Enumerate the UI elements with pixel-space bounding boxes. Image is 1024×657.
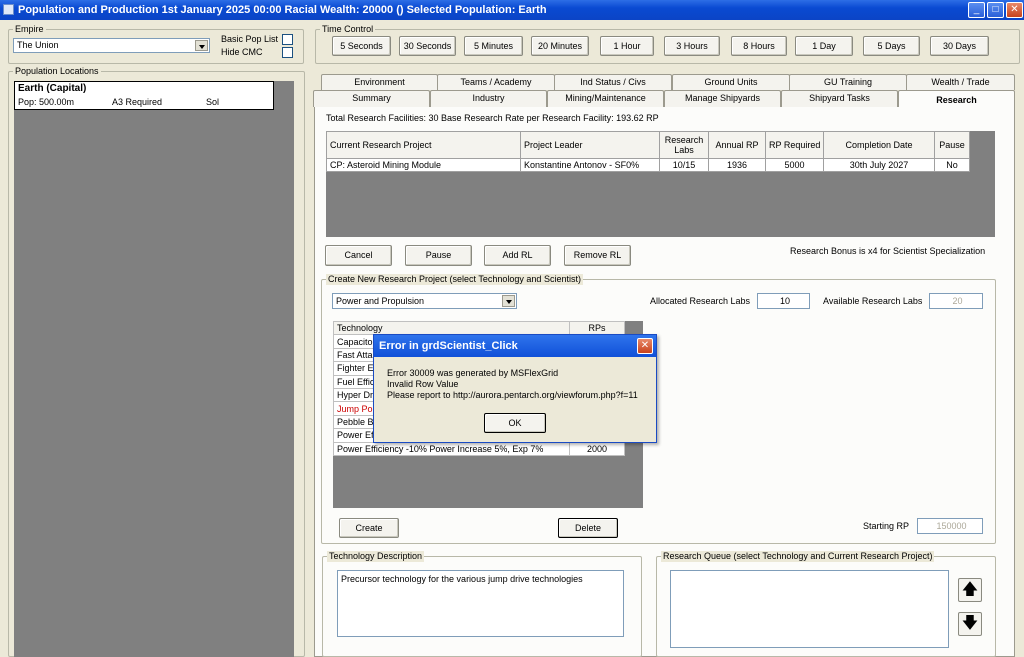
cell-leader: Konstantine Antonov - SF0% <box>520 158 660 172</box>
close-button[interactable]: ✕ <box>1006 2 1023 18</box>
delete-button[interactable]: Delete <box>558 518 618 538</box>
starting-rp-input: 150000 <box>917 518 983 534</box>
table-row[interactable]: CP: Asteroid Mining Module Konstantine A… <box>326 158 970 172</box>
empire-label: Empire <box>13 24 46 35</box>
tab-summary[interactable]: Summary <box>313 90 430 107</box>
col-rps: RPs <box>569 320 625 336</box>
time-button[interactable]: 5 Minutes <box>464 36 523 56</box>
tech-name: Power Efficiency -10% Power Increase 5%,… <box>333 441 570 456</box>
cell-rp-required: 5000 <box>765 158 824 172</box>
tab-shipyard-tasks[interactable]: Shipyard Tasks <box>781 90 898 107</box>
cell-annual-rp: 1936 <box>708 158 766 172</box>
minimize-button[interactable]: _ <box>968 2 985 18</box>
empire-select[interactable]: The Union <box>13 38 210 53</box>
population-pop: Pop: 500.00m <box>18 97 75 107</box>
create-project-label: Create New Research Project (select Tech… <box>326 274 583 285</box>
col-annual-rp: Annual RP <box>708 131 766 159</box>
ok-button[interactable]: OK <box>484 413 546 433</box>
available-labs-label: Available Research Labs <box>823 296 923 306</box>
empire-value: The Union <box>17 40 59 50</box>
time-button[interactable]: 20 Minutes <box>531 36 589 56</box>
tab-wealth-trade[interactable]: Wealth / Trade <box>906 74 1015 90</box>
allocated-labs-label: Allocated Research Labs <box>650 296 751 306</box>
remove-rl-button[interactable]: Remove RL <box>564 245 631 266</box>
app-icon <box>3 4 14 15</box>
basic-pop-list-checkbox[interactable] <box>282 34 293 45</box>
cancel-button[interactable]: Cancel <box>325 245 392 266</box>
current-research-table: Current Research Project Project Leader … <box>326 131 970 172</box>
list-item[interactable]: Power Efficiency -10% Power Increase 5%,… <box>333 441 625 456</box>
time-button[interactable]: 8 Hours <box>731 36 787 56</box>
chevron-down-icon[interactable] <box>502 295 515 307</box>
col-rp-required: RP Required <box>765 131 824 159</box>
allocated-labs-input[interactable]: 10 <box>757 293 810 309</box>
error-dialog-close-button[interactable]: ✕ <box>637 338 653 354</box>
hide-cmc-checkbox[interactable] <box>282 47 293 58</box>
cell-labs: 10/15 <box>659 158 709 172</box>
tab-manage-shipyards[interactable]: Manage Shipyards <box>664 90 781 107</box>
cell-project: CP: Asteroid Mining Module <box>326 158 521 172</box>
technology-description-text: Precursor technology for the various jum… <box>337 570 624 637</box>
basic-pop-list-label: Basic Pop List <box>221 34 279 44</box>
population-system: Sol <box>206 97 220 107</box>
starting-rp-label: Starting RP <box>863 521 910 531</box>
population-list <box>14 81 294 657</box>
time-button[interactable]: 1 Hour <box>600 36 654 56</box>
research-queue-label: Research Queue (select Technology and Cu… <box>661 551 935 562</box>
tab-ground-units[interactable]: Ground Units <box>672 74 790 90</box>
available-labs-input: 20 <box>929 293 983 309</box>
tab-research[interactable]: Research <box>898 90 1015 108</box>
time-button[interactable]: 30 Days <box>930 36 989 56</box>
create-button[interactable]: Create <box>339 518 399 538</box>
population-requirement: A3 Required <box>112 97 163 107</box>
population-row-earth[interactable]: Earth (Capital) Pop: 500.00m A3 Required… <box>14 81 274 110</box>
col-current-project: Current Research Project <box>326 131 521 159</box>
population-locations-label: Population Locations <box>13 66 101 77</box>
time-button[interactable]: 30 Seconds <box>399 36 456 56</box>
tab-industry[interactable]: Industry <box>430 90 547 107</box>
time-button[interactable]: 5 Days <box>863 36 920 56</box>
technology-description-label: Technology Description <box>327 551 425 562</box>
research-bonus-text: Research Bonus is x4 for Scientist Speci… <box>790 246 986 256</box>
cell-completion: 30th July 2027 <box>823 158 935 172</box>
window-title: Population and Production 1st January 20… <box>18 4 547 16</box>
time-control-label: Time Control <box>320 24 376 35</box>
time-button[interactable]: 5 Seconds <box>332 36 391 56</box>
pause-button[interactable]: Pause <box>405 245 472 266</box>
add-rl-button[interactable]: Add RL <box>484 245 551 266</box>
col-project-leader: Project Leader <box>520 131 660 159</box>
col-technology: Technology <box>333 320 570 336</box>
tab-ind-status-civs[interactable]: Ind Status / Civs <box>554 74 672 90</box>
tab-mining-maintenance[interactable]: Mining/Maintenance <box>547 90 664 107</box>
error-line-1: Error 30009 was generated by MSFlexGrid <box>387 368 559 378</box>
chevron-down-icon[interactable] <box>195 40 208 51</box>
col-completion-date: Completion Date <box>823 131 935 159</box>
title-bar: Population and Production 1st January 20… <box>0 0 1024 20</box>
error-dialog: Error in grdScientist_Click ✕ Error 3000… <box>373 334 657 443</box>
move-down-button[interactable]: 🡇 <box>958 612 982 636</box>
tab-environment[interactable]: Environment <box>321 74 438 90</box>
error-dialog-title: Error in grdScientist_Click <box>374 335 656 357</box>
maximize-button[interactable]: □ <box>987 2 1004 18</box>
research-queue-list[interactable] <box>670 570 949 648</box>
cell-pause: No <box>934 158 970 172</box>
arrow-up-icon: 🡅 <box>961 581 979 598</box>
error-line-3: Please report to http://aurora.pentarch.… <box>387 390 638 400</box>
move-up-button[interactable]: 🡅 <box>958 578 982 602</box>
col-research-labs: Research Labs <box>659 131 709 159</box>
tech-rps: 2000 <box>569 441 625 456</box>
research-facilities-text: Total Research Facilities: 30 Base Resea… <box>326 113 659 123</box>
error-line-2: Invalid Row Value <box>387 379 459 389</box>
tab-gu-training[interactable]: GU Training <box>789 74 907 90</box>
arrow-down-icon: 🡇 <box>961 615 979 632</box>
col-pause: Pause <box>934 131 970 159</box>
population-name: Earth (Capital) <box>18 83 87 94</box>
time-button[interactable]: 3 Hours <box>664 36 720 56</box>
research-field-value: Power and Propulsion <box>336 296 425 306</box>
research-field-select[interactable]: Power and Propulsion <box>332 293 517 309</box>
hide-cmc-label: Hide CMC <box>221 47 263 57</box>
time-button[interactable]: 1 Day <box>795 36 853 56</box>
tab-teams-academy[interactable]: Teams / Academy <box>437 74 555 90</box>
